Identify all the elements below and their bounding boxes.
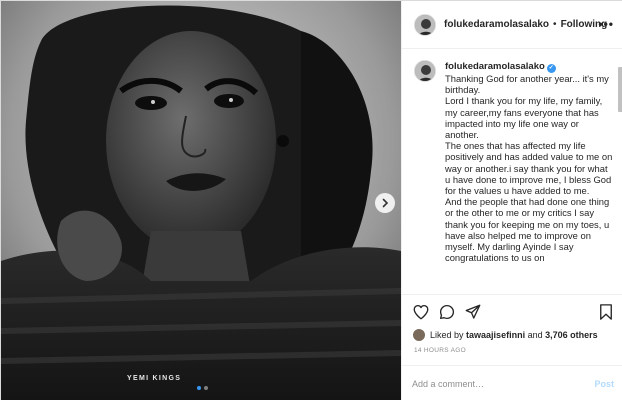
post-comment-button[interactable]: Post [594,379,614,389]
header-separator: • [553,19,557,30]
likes-summary: Liked by tawaajisefinni and 3,706 others [412,328,598,342]
caption-username-link[interactable]: folukedaramolasalako [445,61,545,72]
caption-paragraph: The ones that has affected my life posit… [445,140,613,197]
comment-icon[interactable] [438,303,456,321]
liker-username-link[interactable]: tawaajisefinni [466,330,525,340]
action-bar [402,294,622,328]
carousel-dot [197,386,201,390]
caption-scroll-area[interactable]: folukedaramolasalako ✓ Thanking God for a… [402,49,622,294]
avatar[interactable] [414,60,436,82]
carousel-indicator [197,386,208,390]
post-timestamp[interactable]: 14 HOURS AGO [414,347,466,354]
chevron-right-icon [382,198,389,208]
comment-form: Post [402,365,622,400]
likes-prefix: Liked by [430,330,464,340]
caption-text: Thanking God for another year... it's my… [445,73,613,263]
likes-count-link[interactable]: 3,706 others [545,330,598,340]
likes-connector: and [527,330,543,340]
carousel-dot [204,386,208,390]
bookmark-icon[interactable] [598,303,614,321]
avatar-image [415,61,435,81]
caption-username: folukedaramolasalako ✓ [445,61,556,73]
share-icon[interactable] [464,303,482,321]
verified-badge-icon: ✓ [546,64,556,73]
heart-icon[interactable] [412,303,430,321]
caption-paragraph: Thanking God for another year... it's my… [445,73,609,96]
caption-scrollbar[interactable] [617,49,622,294]
likes-text: Liked by tawaajisefinni and 3,706 others [430,330,598,340]
post-header: folukedaramolasalako • Following ••• [402,1,622,49]
post-photo[interactable]: YEMI KINGS [1,1,401,400]
comment-input[interactable] [412,378,595,389]
post-details-panel: folukedaramolasalako • Following ••• fol… [401,1,622,400]
liker-avatar[interactable] [412,328,426,342]
avatar-image [415,14,435,35]
avatar[interactable] [414,13,436,36]
instagram-post: YEMI KINGS folukedaramolasalako • Follow… [0,0,622,400]
caption-paragraph: And the people that had done one thing o… [445,196,610,264]
carousel-next-button[interactable] [375,193,395,213]
more-options-button[interactable]: ••• [598,17,614,31]
portrait-image [1,1,401,400]
photo-watermark: YEMI KINGS [127,375,182,382]
header-username-link[interactable]: folukedaramolasalako [444,19,549,30]
caption-paragraph: Lord I thank you for my life, my family,… [445,95,603,141]
scrollbar-thumb[interactable] [618,67,622,112]
